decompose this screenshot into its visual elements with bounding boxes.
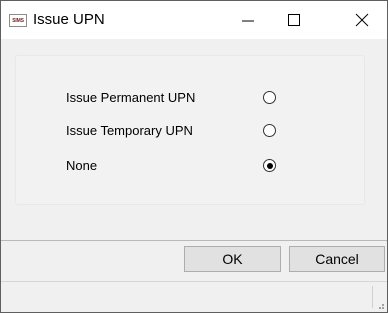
maximize-button[interactable] — [271, 1, 317, 39]
minimize-icon — [242, 20, 254, 22]
radio-button[interactable] — [263, 124, 276, 137]
window-title: Issue UPN — [33, 11, 105, 28]
button-divider — [1, 240, 387, 241]
status-bar — [1, 281, 387, 312]
option-label: Issue Temporary UPN — [66, 123, 193, 138]
minimize-button[interactable] — [225, 1, 271, 39]
status-separator — [372, 286, 373, 308]
maximize-icon — [288, 14, 300, 26]
app-icon-text: SIMS — [12, 17, 24, 24]
radio-button[interactable] — [263, 159, 276, 172]
radio-button[interactable] — [263, 91, 276, 104]
option-issue-temporary-upn[interactable]: Issue Temporary UPN — [66, 120, 296, 142]
ok-button[interactable]: OK — [184, 246, 281, 272]
radio-selected-dot — [266, 162, 273, 169]
title-bar[interactable]: SIMS Issue UPN — [1, 1, 387, 39]
dialog-content: Issue Permanent UPN Issue Temporary UPN … — [1, 39, 387, 240]
cancel-button[interactable]: Cancel — [289, 246, 385, 272]
option-label: Issue Permanent UPN — [66, 90, 196, 105]
option-none[interactable]: None — [66, 155, 296, 177]
option-label: None — [66, 158, 98, 173]
sims-app-icon: SIMS — [9, 14, 27, 27]
resize-grip-icon[interactable] — [375, 300, 385, 310]
close-button[interactable] — [339, 1, 385, 39]
issue-upn-dialog: SIMS Issue UPN Issue Permanent UPN Issue… — [0, 0, 388, 313]
option-issue-permanent-upn[interactable]: Issue Permanent UPN — [66, 87, 296, 109]
options-panel: Issue Permanent UPN Issue Temporary UPN … — [15, 55, 365, 205]
close-icon — [355, 13, 369, 27]
